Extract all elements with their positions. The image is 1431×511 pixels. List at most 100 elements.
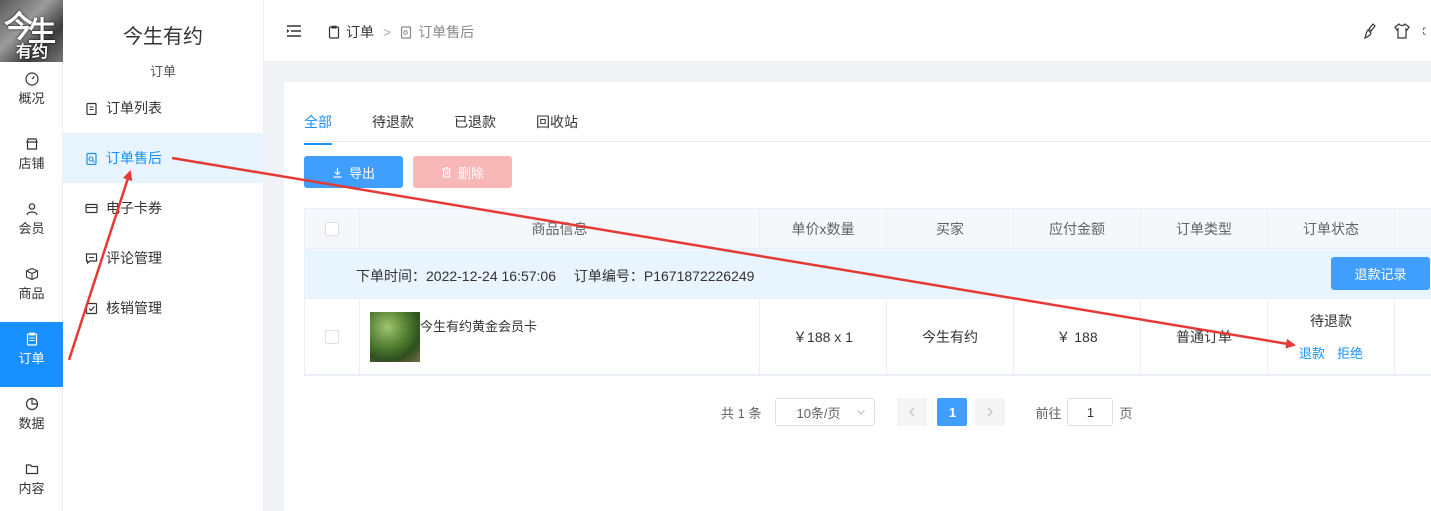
pagination: 共 1 条 10条/页 1 前往 1 页 [721, 398, 1133, 426]
export-button[interactable]: 导出 [304, 156, 403, 188]
delete-label: 删除 [457, 165, 484, 181]
price-qty-cell: ￥188 x 1 [760, 299, 887, 374]
logo: 今 生 有约 [0, 0, 63, 62]
tabs-divider [304, 141, 1431, 142]
order-time-label: 下单时间： [356, 268, 426, 284]
page-size-value: 10条/页 [796, 405, 841, 421]
goto-label: 前往 [1035, 405, 1062, 421]
col-amount: 应付金额 [1014, 209, 1141, 248]
rail-label: 店铺 [18, 156, 45, 171]
sidebar-item-label: 电子卡券 [106, 200, 162, 216]
rail-label: 概况 [18, 91, 45, 106]
breadcrumb-item-after-sale: 订单售后 [418, 24, 475, 40]
goto-page-input[interactable]: 1 [1067, 398, 1114, 426]
table-header: 商品信息 单价x数量 买家 应付金额 订单类型 订单状态 [305, 209, 1431, 249]
pager-total: 共 1 条 [721, 405, 762, 421]
buyer-cell: 今生有约 [887, 299, 1014, 374]
main-panel: 全部 待退款 已退款 回收站 导出 删除 商品信息 单价x数量 买家 应付金额 … [284, 82, 1431, 511]
clipboard-icon [26, 332, 37, 346]
reject-link[interactable]: 拒绝 [1337, 343, 1363, 362]
order-no: P1671872226249 [643, 268, 755, 284]
order-type-cell: 普通订单 [1141, 299, 1268, 374]
icon-rail: 今 生 有约 概况 店铺 会员 商品 订单 数据 内容 [0, 0, 63, 511]
clipboard-icon [86, 102, 97, 115]
trash-icon [441, 166, 451, 178]
product-name[interactable]: 今生有约黄金会员卡 [420, 316, 537, 335]
box-icon [25, 267, 38, 281]
pie-icon [25, 397, 38, 411]
page-unit-label: 页 [1119, 405, 1133, 421]
store-icon [25, 138, 38, 150]
rail-item-overview[interactable]: 概况 [0, 62, 63, 127]
rail-item-data[interactable]: 数据 [0, 387, 63, 452]
prev-page-button[interactable] [897, 398, 928, 426]
row-checkbox[interactable] [325, 329, 339, 344]
header-tools [1363, 22, 1431, 40]
rail-item-store[interactable]: 店铺 [0, 127, 63, 192]
sidebar-item-label: 订单列表 [106, 100, 162, 116]
rail-label: 订单 [18, 351, 45, 366]
sidebar-item-e-card[interactable]: 电子卡券 [63, 183, 264, 233]
breadcrumb: 订单 > 订单售后 [328, 22, 474, 42]
col-order-type: 订单类型 [1141, 209, 1268, 248]
refund-link[interactable]: 退款 [1299, 343, 1325, 362]
delete-button[interactable]: 删除 [413, 156, 512, 188]
fullscreen-icon[interactable] [1423, 22, 1431, 40]
shirt-icon[interactable] [1393, 22, 1411, 40]
rail-label: 商品 [18, 286, 45, 301]
rail-item-order[interactable]: 订单 [0, 322, 63, 387]
breadcrumb-separator: > [383, 24, 392, 40]
breadcrumb-item-order[interactable]: 订单 [346, 22, 374, 42]
refund-log-button[interactable]: 退款记录 [1331, 257, 1430, 290]
dashboard-icon [24, 72, 39, 86]
export-label: 导出 [348, 165, 375, 181]
download-icon [333, 167, 342, 178]
status-text: 待退款 [1310, 313, 1352, 329]
chevron-left-icon [909, 407, 915, 417]
chevron-right-icon [988, 407, 994, 417]
rail-item-member[interactable]: 会员 [0, 192, 63, 257]
logo-char-3: 有约 [16, 42, 49, 61]
product-cell: 今生有约黄金会员卡 [360, 299, 760, 374]
sub-sidebar: 今生有约 订单 订单列表 订单售后 电子卡券 评论管理 核销管理 [63, 0, 264, 511]
sidebar-item-verification[interactable]: 核销管理 [63, 283, 264, 333]
page-number[interactable]: 1 [937, 398, 968, 426]
col-buyer: 买家 [887, 209, 1014, 248]
sidebar-item-after-sale[interactable]: 订单售后 [63, 133, 264, 183]
comment-icon [85, 253, 98, 265]
clipboard-search-icon [86, 152, 97, 165]
brand-title: 今生有约 [123, 26, 203, 48]
user-icon [25, 203, 38, 216]
order-no-label: 订单编号： [573, 268, 644, 284]
order-info-bar: 下单时间：2022-12-24 16:57:06 订单编号：P167187222… [305, 249, 1431, 299]
col-order-status: 订单状态 [1268, 209, 1395, 248]
col-price-qty: 单价x数量 [760, 209, 887, 248]
menu-fold-icon[interactable] [286, 24, 302, 38]
next-page-button[interactable] [975, 398, 1006, 426]
sidebar-item-comments[interactable]: 评论管理 [63, 233, 264, 283]
order-time: 2022-12-24 16:57:06 [426, 268, 556, 284]
sidebar-group-title: 订单 [149, 64, 176, 79]
rail-item-goods[interactable]: 商品 [0, 257, 63, 322]
top-header: 订单 > 订单售后 [264, 0, 1431, 62]
col-extra [1395, 209, 1431, 248]
check-square-icon [85, 302, 98, 315]
product-thumbnail[interactable] [370, 312, 420, 362]
after-sale-table: 商品信息 单价x数量 买家 应付金额 订单类型 订单状态 下单时间：2022-1… [304, 208, 1431, 376]
page-size-select[interactable]: 10条/页 [775, 398, 876, 426]
amount-cell: ￥ 188 [1014, 299, 1141, 374]
sidebar-item-label: 核销管理 [106, 300, 162, 316]
rail-label: 数据 [18, 416, 45, 431]
rail-label: 内容 [18, 481, 45, 496]
clipboard-search-icon [401, 26, 412, 39]
select-all-checkbox[interactable] [325, 221, 339, 236]
sidebar-item-order-list[interactable]: 订单列表 [63, 83, 264, 133]
order-status-cell: 待退款 退款 拒绝 [1268, 299, 1395, 374]
rail-label: 会员 [18, 221, 45, 236]
card-icon [85, 203, 98, 214]
order-meta: 下单时间：2022-12-24 16:57:06 订单编号：P167187222… [356, 266, 754, 286]
rail-item-content[interactable]: 内容 [0, 452, 63, 511]
clipboard-icon [328, 25, 340, 39]
table-row: 今生有约黄金会员卡 ￥188 x 1 今生有约 ￥ 188 普通订单 待退款 退… [305, 299, 1431, 375]
brush-icon[interactable] [1363, 22, 1381, 40]
